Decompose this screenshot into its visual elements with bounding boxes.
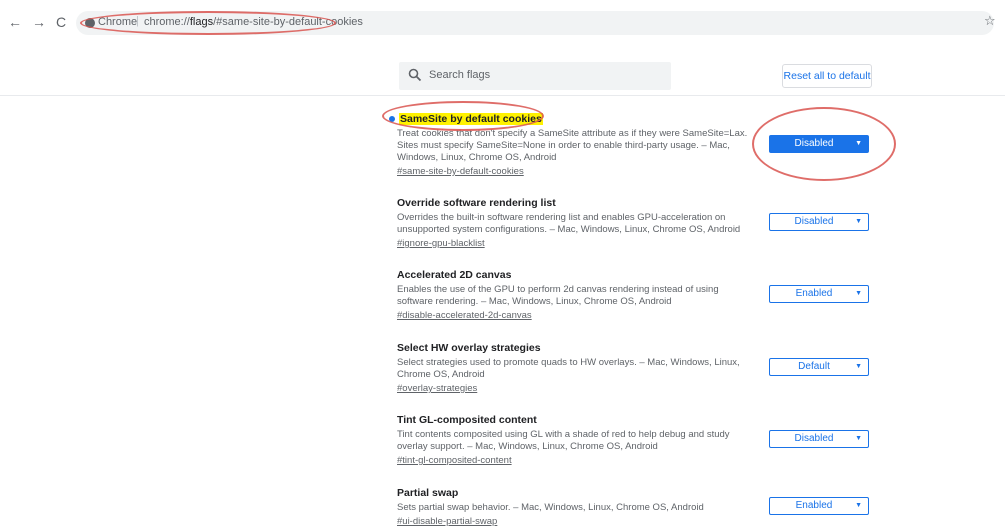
experiment-description: Select strategies used to promote quads … xyxy=(397,357,740,380)
experiment-title: Accelerated 2D canvas xyxy=(397,269,512,281)
experiment-select-tint-gl[interactable]: Disabled ▼ xyxy=(769,430,869,448)
flags-header: Search flags Reset all to default xyxy=(0,44,1005,96)
dropdown-arrow-icon: ▼ xyxy=(855,363,862,370)
experiment-title: Tint GL-composited content xyxy=(397,414,537,426)
experiment-select-2d-canvas[interactable]: Enabled ▼ xyxy=(769,285,869,303)
search-placeholder: Search flags xyxy=(429,69,491,81)
dropdown-arrow-icon: ▼ xyxy=(855,502,862,509)
experiment-select-partial-swap[interactable]: Enabled ▼ xyxy=(769,497,869,515)
experiment-permalink[interactable]: #ui-disable-partial-swap xyxy=(397,516,877,528)
experiment-description: Sets partial swap behavior. – Mac, Windo… xyxy=(397,502,704,513)
annotation-circle-select xyxy=(752,107,896,181)
experiment-select-gpu-blacklist[interactable]: Disabled ▼ xyxy=(769,213,869,231)
reset-all-button[interactable]: Reset all to default xyxy=(782,64,872,88)
dropdown-arrow-icon: ▼ xyxy=(855,290,862,297)
experiment-description: Tint contents composited using GL with a… xyxy=(397,429,730,452)
experiment-title: Override software rendering list xyxy=(397,197,556,209)
dropdown-arrow-icon: ▼ xyxy=(855,218,862,225)
experiment-select-overlay-strategies[interactable]: Default ▼ xyxy=(769,358,869,376)
forward-arrow-icon[interactable]: → xyxy=(30,13,48,31)
reload-icon[interactable]: C xyxy=(52,13,70,31)
dropdown-arrow-icon: ▼ xyxy=(855,435,862,442)
experiment-permalink[interactable]: #tint-gl-composited-content xyxy=(397,455,877,467)
bookmark-star-icon[interactable]: ☆ xyxy=(984,14,996,28)
search-flags-input[interactable]: Search flags xyxy=(399,62,671,90)
experiment-permalink[interactable]: #overlay-strategies xyxy=(397,383,877,395)
experiment-permalink[interactable]: #ignore-gpu-blacklist xyxy=(397,238,877,250)
experiment-description: Enables the use of the GPU to perform 2d… xyxy=(397,284,719,307)
annotation-circle-title xyxy=(382,101,544,131)
experiment-description: Overrides the built-in software renderin… xyxy=(397,212,741,235)
back-arrow-icon[interactable]: ← xyxy=(6,13,24,31)
annotation-circle-url xyxy=(80,11,336,35)
search-icon xyxy=(408,68,422,82)
experiment-description: Treat cookies that don't specify a SameS… xyxy=(397,128,748,163)
experiment-title: Select HW overlay strategies xyxy=(397,342,541,354)
experiment-permalink[interactable]: #disable-accelerated-2d-canvas xyxy=(397,310,877,322)
